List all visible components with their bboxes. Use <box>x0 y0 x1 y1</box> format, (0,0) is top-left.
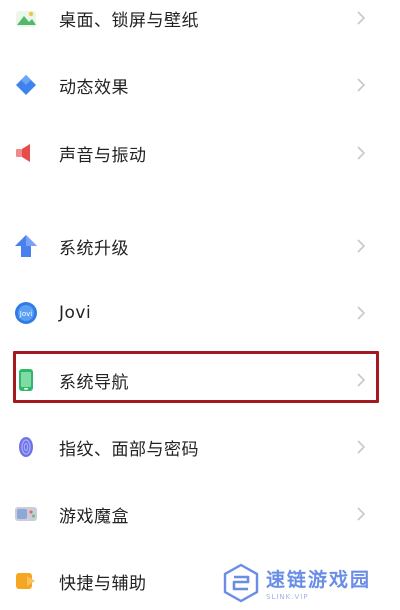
chevron-right-icon <box>354 306 368 320</box>
settings-item-label: 系统升级 <box>59 238 129 259</box>
settings-item-label: 游戏魔盒 <box>59 506 129 527</box>
sound-icon <box>12 139 40 167</box>
chevron-right-icon <box>354 440 368 454</box>
chevron-right-icon <box>354 239 368 253</box>
system-navigation-icon <box>12 366 40 394</box>
settings-item-jovi[interactable]: Jovi Jovi <box>0 285 400 341</box>
svg-text:Jovi: Jovi <box>19 310 32 318</box>
settings-item-label: 快捷与辅助 <box>59 573 147 594</box>
fingerprint-icon <box>12 433 40 461</box>
chevron-right-icon <box>354 146 368 160</box>
settings-list: 桌面、锁屏与壁纸 动态效果 声音与振动 系统升级 Jovi Jovi 系统导航 … <box>0 0 400 610</box>
system-upgrade-icon <box>12 232 40 260</box>
settings-item-system-upgrade[interactable]: 系统升级 <box>0 218 400 274</box>
shortcut-icon <box>12 567 40 595</box>
wallpaper-icon <box>12 4 40 32</box>
settings-item-wallpaper[interactable]: 桌面、锁屏与壁纸 <box>0 0 400 46</box>
settings-item-sound[interactable]: 声音与振动 <box>0 125 400 181</box>
chevron-right-icon <box>354 507 368 521</box>
settings-item-label: 声音与振动 <box>59 145 147 166</box>
jovi-icon: Jovi <box>12 299 40 327</box>
watermark-logo-icon <box>223 563 259 603</box>
settings-item-dynamic-effects[interactable]: 动态效果 <box>0 57 400 113</box>
settings-item-system-navigation[interactable]: 系统导航 <box>0 352 400 408</box>
settings-item-label: 动态效果 <box>59 77 129 98</box>
watermark-subtitle: SLINK.VIP <box>266 593 309 601</box>
chevron-right-icon <box>354 373 368 387</box>
chevron-right-icon <box>354 11 368 25</box>
settings-item-label: 桌面、锁屏与壁纸 <box>59 10 199 31</box>
settings-item-game-box[interactable]: 游戏魔盒 <box>0 486 400 542</box>
settings-item-fingerprint[interactable]: 指纹、面部与密码 <box>0 419 400 475</box>
settings-item-label: 指纹、面部与密码 <box>59 439 199 460</box>
watermark-title: 速链游戏园 <box>266 569 372 591</box>
settings-item-label: 系统导航 <box>59 372 129 393</box>
chevron-right-icon <box>354 78 368 92</box>
settings-item-label: Jovi <box>59 303 92 323</box>
game-box-icon <box>12 500 40 528</box>
watermark: 速链游戏园 SLINK.VIP <box>222 558 392 608</box>
dynamic-effect-icon <box>12 71 40 99</box>
